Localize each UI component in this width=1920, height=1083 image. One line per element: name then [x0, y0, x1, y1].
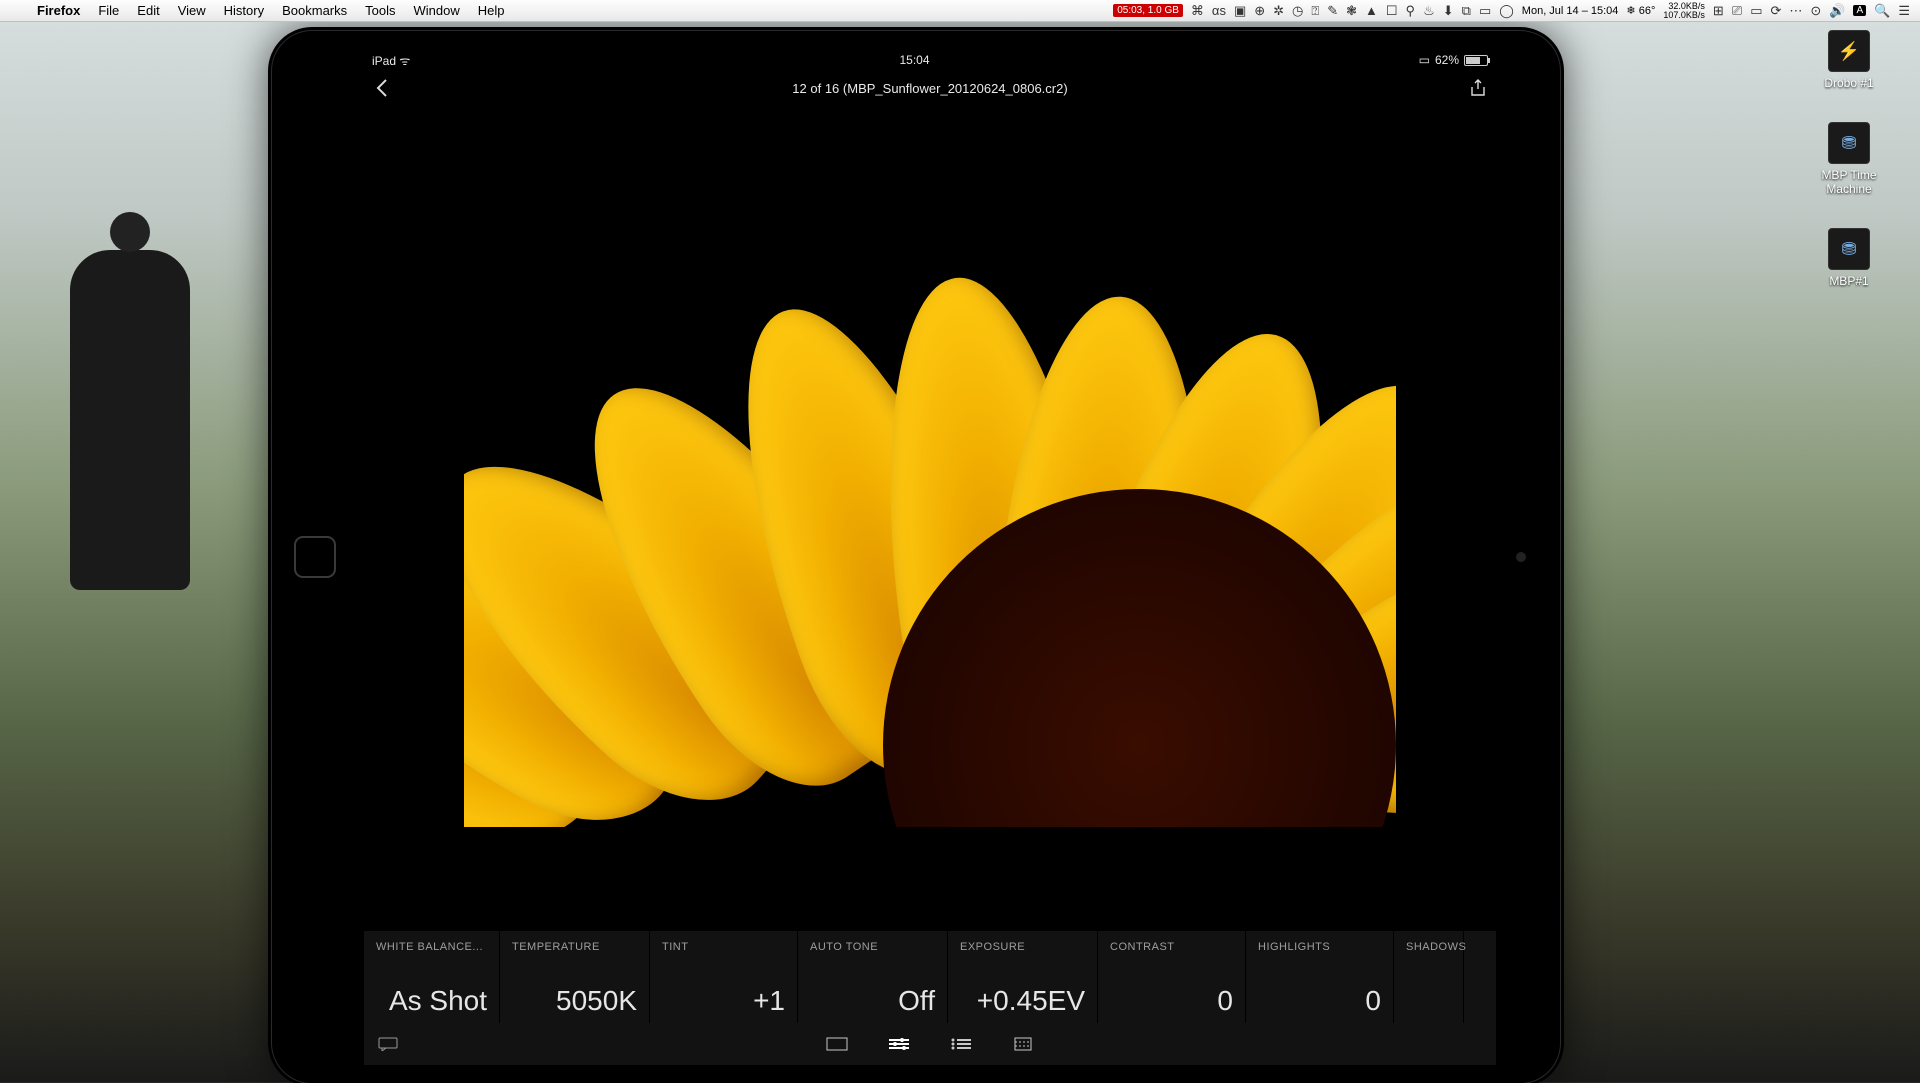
comment-icon[interactable] — [376, 1035, 400, 1053]
app-header: 12 of 16 (MBP_Sunflower_20120624_0806.cr… — [364, 71, 1496, 105]
menubar-icon[interactable]: ✎ — [1327, 3, 1338, 19]
ipad-screen: iPad ᯤ 15:04 ▭ 62% 12 of 16 (MBP_Sunflow… — [364, 49, 1496, 1065]
menubar-icon[interactable]: ✲ — [1273, 3, 1284, 19]
menubar-icon[interactable]: ⎚ — [1732, 3, 1742, 19]
wallpaper-subject — [70, 250, 190, 590]
menubar-icon[interactable]: αs — [1212, 3, 1226, 18]
ipad-camera — [1516, 552, 1526, 562]
menubar-icon[interactable]: ◯ — [1499, 3, 1514, 19]
menubar-icon[interactable]: ⍰ — [1311, 3, 1319, 19]
menu-history[interactable]: History — [215, 3, 273, 18]
spotlight-icon[interactable]: 🔍 — [1874, 3, 1890, 19]
wifi-icon: ᯤ — [399, 54, 410, 68]
adjustment-value: 5050K — [512, 985, 637, 1017]
menubar-icon[interactable]: ⊞ — [1713, 3, 1724, 19]
adjustments-panel: WHITE BALANCE...As ShotTEMPERATURE5050KT… — [364, 930, 1496, 1065]
adjustment-label: SHADOWS — [1406, 941, 1451, 953]
volume-icon[interactable]: 🔊 — [1829, 3, 1845, 19]
adjustment-label: AUTO TONE — [810, 941, 935, 953]
airplay-icon[interactable]: ▭ — [1479, 3, 1491, 19]
menubar-timer-widget[interactable]: 05:03, 1.0 GB — [1113, 4, 1183, 17]
adjustment-value: As Shot — [376, 985, 487, 1017]
desktop-drive-icon[interactable]: ⛃ MBP#1 — [1804, 228, 1894, 288]
back-button[interactable] — [370, 76, 394, 100]
adjustment-cell[interactable]: HIGHLIGHTS 0 — [1246, 931, 1394, 1023]
menu-bookmarks[interactable]: Bookmarks — [273, 3, 356, 18]
desktop-drive-icon[interactable]: ⚡ Drobo #1 — [1804, 30, 1894, 90]
menubar-icon[interactable]: ⋯ — [1789, 3, 1802, 19]
mac-menu-bar: Firefox File Edit View History Bookmarks… — [0, 0, 1920, 22]
menubar-icon[interactable]: ☐ — [1386, 3, 1398, 19]
adjustment-cell[interactable]: AUTO TONE Off — [798, 931, 948, 1023]
menubar-temperature[interactable]: ❄ 66° — [1626, 4, 1655, 17]
ipad-device-frame: iPad ᯤ 15:04 ▭ 62% 12 of 16 (MBP_Sunflow… — [268, 27, 1564, 1083]
adjustment-value: +0.45EV — [960, 985, 1085, 1017]
adjustment-label: EXPOSURE — [960, 941, 1085, 953]
adjustment-cell[interactable]: CONTRAST 0 — [1098, 931, 1246, 1023]
adjustment-value: 0 — [1110, 985, 1233, 1017]
adjustment-label: TEMPERATURE — [512, 941, 637, 953]
adjustment-cell[interactable]: WHITE BALANCE... As Shot — [364, 931, 500, 1023]
menu-edit[interactable]: Edit — [128, 3, 168, 18]
menu-help[interactable]: Help — [469, 3, 514, 18]
adjustment-label: CONTRAST — [1110, 941, 1233, 953]
menu-view[interactable]: View — [169, 3, 215, 18]
menubar-date[interactable]: Mon, Jul 14 – 15:04 — [1522, 5, 1619, 17]
adjustment-value: +1 — [662, 985, 785, 1017]
single-view-icon[interactable] — [825, 1035, 849, 1053]
sync-icon[interactable]: ⟳ — [1770, 3, 1781, 19]
ipad-home-button[interactable] — [294, 536, 336, 578]
menu-window[interactable]: Window — [405, 3, 469, 18]
adjustment-cell[interactable]: EXPOSURE +0.45EV — [948, 931, 1098, 1023]
adjustment-cell[interactable]: TEMPERATURE 5050K — [500, 931, 650, 1023]
menubar-icon[interactable]: ▭ — [1750, 3, 1762, 19]
adjustment-label: HIGHLIGHTS — [1258, 941, 1381, 953]
wifi-icon[interactable]: ⊙ — [1810, 3, 1821, 19]
menubar-icon[interactable]: ⚲ — [1406, 3, 1416, 19]
airplay-icon: ▭ — [1419, 53, 1430, 67]
photo-image — [464, 206, 1396, 827]
share-button[interactable] — [1466, 76, 1490, 100]
menubar-icon[interactable]: ▲ — [1365, 3, 1378, 18]
view-mode-bar — [364, 1023, 1496, 1065]
menubar-icon[interactable]: ⬇ — [1443, 3, 1454, 19]
crop-view-icon[interactable] — [1011, 1035, 1035, 1053]
menubar-icon[interactable]: ♨ — [1423, 3, 1435, 19]
ios-status-battery: ▭ 62% — [1419, 53, 1488, 67]
desktop-icons: ⚡ Drobo #1 ⛃ MBP Time Machine ⛃ MBP#1 — [1804, 30, 1894, 288]
adjustment-cell[interactable]: TINT +1 — [650, 931, 798, 1023]
list-view-icon[interactable] — [949, 1035, 973, 1053]
adjustment-cell[interactable]: SHADOWS — [1394, 931, 1464, 1023]
ios-status-left: iPad ᯤ — [372, 52, 410, 69]
app-menu[interactable]: Firefox — [28, 3, 89, 18]
ios-status-bar: iPad ᯤ 15:04 ▭ 62% — [364, 49, 1496, 71]
notification-center-icon[interactable]: ☰ — [1898, 3, 1910, 19]
adjustment-label: WHITE BALANCE... — [376, 941, 487, 953]
photo-title: 12 of 16 (MBP_Sunflower_20120624_0806.cr… — [394, 81, 1466, 96]
dropbox-icon[interactable]: ⧉ — [1462, 3, 1471, 19]
menubar-network-stats[interactable]: 32.0KB/s107.0KB/s — [1663, 2, 1705, 20]
menu-file[interactable]: File — [89, 3, 128, 18]
menubar-icon[interactable]: A — [1853, 5, 1866, 16]
desktop-drive-icon[interactable]: ⛃ MBP Time Machine — [1804, 122, 1894, 196]
adjustment-value: Off — [810, 985, 935, 1017]
photo-viewport[interactable] — [364, 105, 1496, 930]
adjustment-value: 0 — [1258, 985, 1381, 1017]
menubar-icon[interactable]: ⊕ — [1254, 3, 1265, 19]
sliders-view-icon[interactable] — [887, 1035, 911, 1053]
menubar-icon[interactable]: ◷ — [1292, 3, 1303, 19]
evernote-icon[interactable]: ❃ — [1346, 3, 1357, 19]
menu-tools[interactable]: Tools — [356, 3, 404, 18]
ios-status-time: 15:04 — [899, 53, 929, 67]
adjustment-label: TINT — [662, 941, 785, 953]
menubar-icon[interactable]: ▣ — [1234, 3, 1246, 19]
menubar-icon[interactable]: ⌘ — [1191, 3, 1204, 19]
